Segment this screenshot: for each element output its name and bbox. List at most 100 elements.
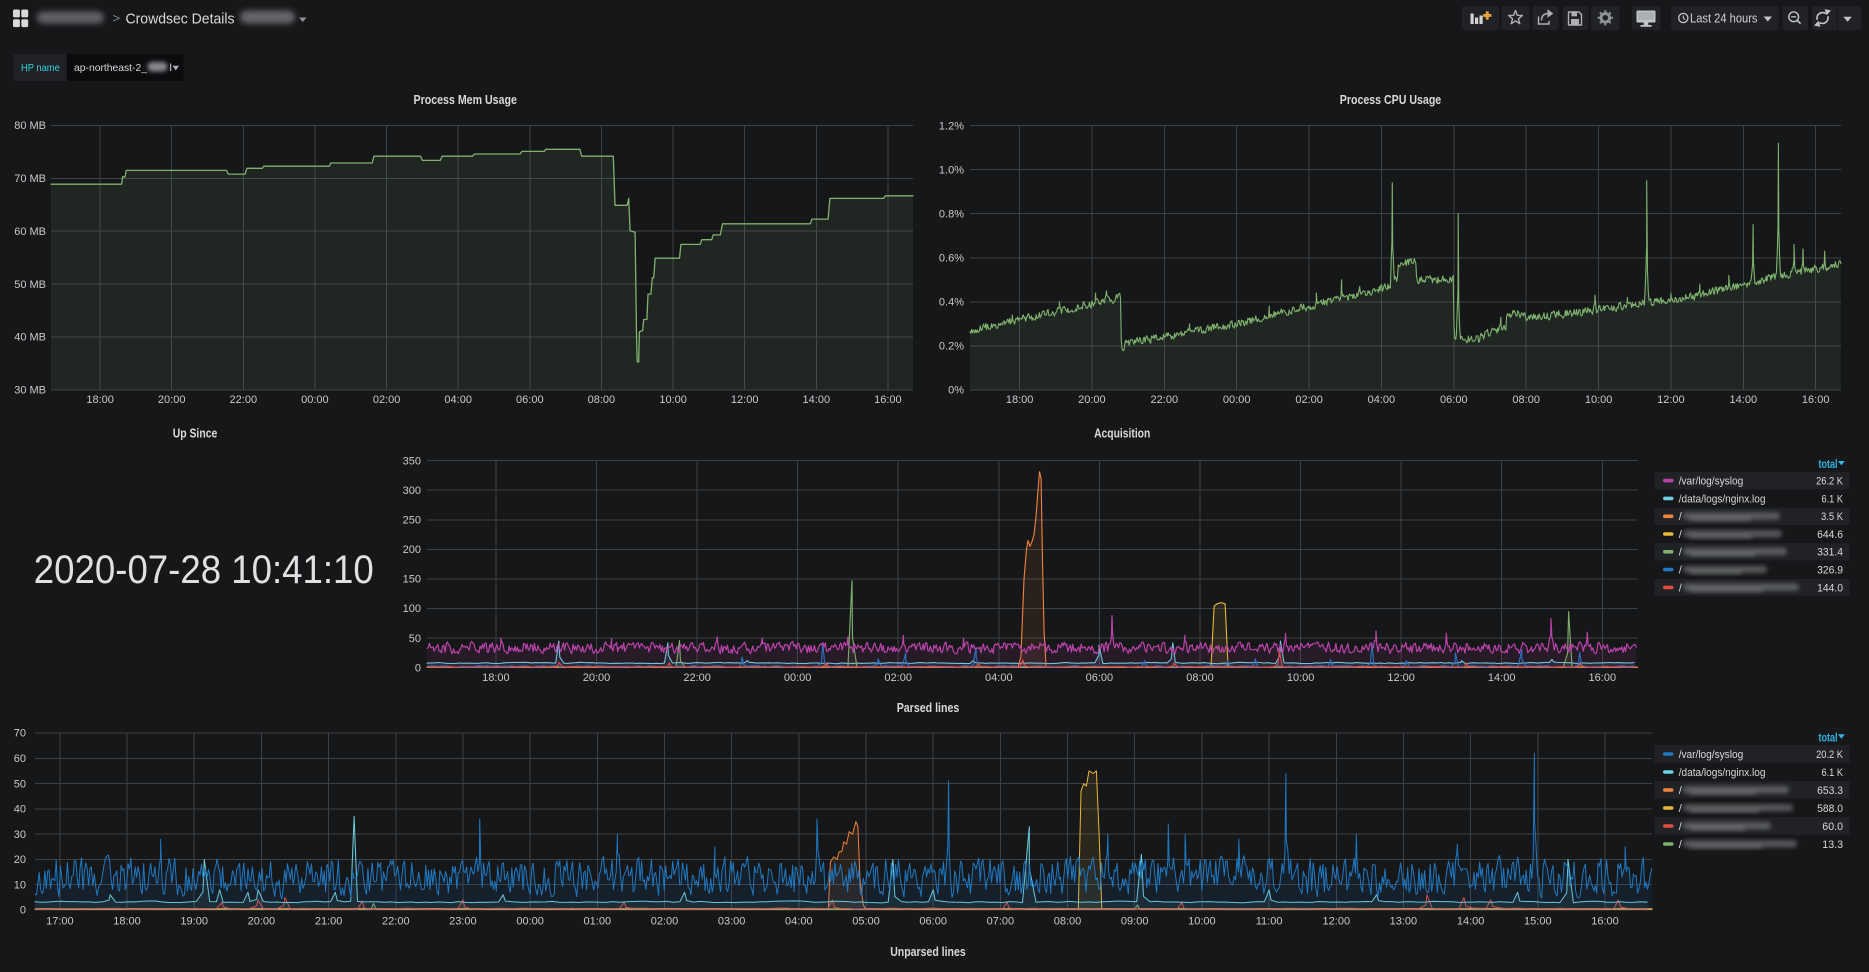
svg-text:02:00: 02:00 xyxy=(651,916,679,928)
svg-text:l: l xyxy=(170,62,172,74)
svg-text:16:00: 16:00 xyxy=(1589,672,1617,684)
svg-text:60 MB: 60 MB xyxy=(14,226,46,238)
svg-text:26.2 K: 26.2 K xyxy=(1816,476,1843,488)
svg-text:04:00: 04:00 xyxy=(1368,394,1396,406)
svg-text:14:00: 14:00 xyxy=(803,394,831,406)
svg-text:02:00: 02:00 xyxy=(1295,394,1323,406)
svg-text:00:00: 00:00 xyxy=(516,916,544,928)
svg-text:200: 200 xyxy=(403,544,421,556)
svg-text:80 MB: 80 MB xyxy=(14,120,46,132)
svg-text:20:00: 20:00 xyxy=(583,672,611,684)
svg-text:22:00: 22:00 xyxy=(230,394,258,406)
svg-text:1.2%: 1.2% xyxy=(939,120,964,132)
svg-text:0: 0 xyxy=(415,662,421,674)
svg-text:0%: 0% xyxy=(948,385,964,397)
svg-text:326.9: 326.9 xyxy=(1817,565,1843,577)
svg-text:Parsed lines: Parsed lines xyxy=(897,700,960,715)
svg-text:Crowdsec Details: Crowdsec Details xyxy=(126,12,235,28)
svg-text:00:00: 00:00 xyxy=(784,672,812,684)
svg-text:04:00: 04:00 xyxy=(444,394,472,406)
svg-text:14:00: 14:00 xyxy=(1730,394,1758,406)
svg-text:40 MB: 40 MB xyxy=(14,332,46,344)
svg-text:60: 60 xyxy=(14,753,26,765)
svg-text:12:00: 12:00 xyxy=(1323,916,1351,928)
svg-text:100: 100 xyxy=(403,603,421,615)
svg-text:09:00: 09:00 xyxy=(1121,916,1149,928)
svg-text:144.0: 144.0 xyxy=(1817,582,1843,594)
svg-text:Unparsed lines: Unparsed lines xyxy=(890,944,966,959)
svg-text:Last 24 hours: Last 24 hours xyxy=(1690,11,1758,25)
svg-text:0: 0 xyxy=(20,905,26,917)
svg-text:07:00: 07:00 xyxy=(987,916,1015,928)
svg-text:3.5 K: 3.5 K xyxy=(1821,511,1844,523)
svg-text:331.4: 331.4 xyxy=(1817,547,1843,559)
svg-text:0.8%: 0.8% xyxy=(939,208,964,220)
svg-text:12:00: 12:00 xyxy=(731,394,759,406)
svg-text:/data/logs/nginx.log: /data/logs/nginx.log xyxy=(1679,767,1766,779)
svg-text:02:00: 02:00 xyxy=(884,672,912,684)
svg-text:10:00: 10:00 xyxy=(659,394,687,406)
svg-text:05:00: 05:00 xyxy=(852,916,880,928)
svg-text:18:00: 18:00 xyxy=(1006,394,1034,406)
svg-text:30 MB: 30 MB xyxy=(14,385,46,397)
svg-text:6.1 K: 6.1 K xyxy=(1822,493,1844,505)
svg-text:30: 30 xyxy=(14,829,26,841)
svg-text:>: > xyxy=(113,11,121,26)
svg-text:14:00: 14:00 xyxy=(1488,672,1516,684)
svg-text:12:00: 12:00 xyxy=(1657,394,1685,406)
svg-text:01:00: 01:00 xyxy=(584,916,612,928)
svg-text:50 MB: 50 MB xyxy=(14,279,46,291)
svg-text:23:00: 23:00 xyxy=(449,916,477,928)
svg-text:04:00: 04:00 xyxy=(985,672,1013,684)
svg-text:22:00: 22:00 xyxy=(683,672,711,684)
svg-text:70: 70 xyxy=(14,728,26,740)
svg-text:HP name: HP name xyxy=(21,63,60,74)
svg-text:/data/logs/nginx.log: /data/logs/nginx.log xyxy=(1679,493,1766,505)
svg-text:350: 350 xyxy=(403,455,421,467)
svg-text:08:00: 08:00 xyxy=(1054,916,1082,928)
svg-text:18:00: 18:00 xyxy=(113,916,141,928)
svg-text:02:00: 02:00 xyxy=(373,394,401,406)
svg-text:08:00: 08:00 xyxy=(1186,672,1214,684)
svg-text:250: 250 xyxy=(403,515,421,527)
svg-text:/var/log/syslog: /var/log/syslog xyxy=(1679,749,1744,761)
svg-text:10:00: 10:00 xyxy=(1585,394,1613,406)
svg-text:06:00: 06:00 xyxy=(1440,394,1468,406)
svg-text:653.3: 653.3 xyxy=(1817,785,1843,797)
svg-text:20: 20 xyxy=(14,854,26,866)
svg-text:06:00: 06:00 xyxy=(919,916,947,928)
svg-text:18:00: 18:00 xyxy=(482,672,510,684)
svg-text:Up Since: Up Since xyxy=(173,426,218,441)
svg-text:16:00: 16:00 xyxy=(874,394,902,406)
svg-text:06:00: 06:00 xyxy=(1086,672,1114,684)
svg-text:0.6%: 0.6% xyxy=(939,252,964,264)
svg-text:0.2%: 0.2% xyxy=(939,341,964,353)
svg-text:20:00: 20:00 xyxy=(1078,394,1106,406)
svg-text:10:00: 10:00 xyxy=(1188,916,1216,928)
svg-text:16:00: 16:00 xyxy=(1591,916,1619,928)
svg-text:20:00: 20:00 xyxy=(248,916,276,928)
svg-text:00:00: 00:00 xyxy=(301,394,329,406)
svg-text:2020-07-28 10:41:10: 2020-07-28 10:41:10 xyxy=(34,548,374,592)
svg-text:150: 150 xyxy=(403,574,421,586)
svg-text:Process Mem Usage: Process Mem Usage xyxy=(414,92,517,107)
svg-text:ap-northeast-2_: ap-northeast-2_ xyxy=(74,62,147,74)
svg-text:total: total xyxy=(1819,732,1838,744)
svg-text:20.2 K: 20.2 K xyxy=(1816,749,1843,761)
svg-text:13:00: 13:00 xyxy=(1390,916,1418,928)
svg-text:13.3: 13.3 xyxy=(1822,839,1843,851)
svg-text:Acquisition: Acquisition xyxy=(1094,426,1150,441)
svg-text:50: 50 xyxy=(14,778,26,790)
svg-text:06:00: 06:00 xyxy=(516,394,544,406)
svg-text:18:00: 18:00 xyxy=(86,394,114,406)
svg-text:10: 10 xyxy=(14,879,26,891)
svg-text:40: 40 xyxy=(14,804,26,816)
svg-text:60.0: 60.0 xyxy=(1822,821,1843,833)
svg-text:14:00: 14:00 xyxy=(1457,916,1485,928)
svg-text:00:00: 00:00 xyxy=(1223,394,1251,406)
svg-text:70 MB: 70 MB xyxy=(14,173,46,185)
svg-text:16:00: 16:00 xyxy=(1802,394,1830,406)
svg-text:6.1 K: 6.1 K xyxy=(1822,767,1844,779)
svg-text:22:00: 22:00 xyxy=(382,916,410,928)
svg-text:50: 50 xyxy=(409,633,421,645)
